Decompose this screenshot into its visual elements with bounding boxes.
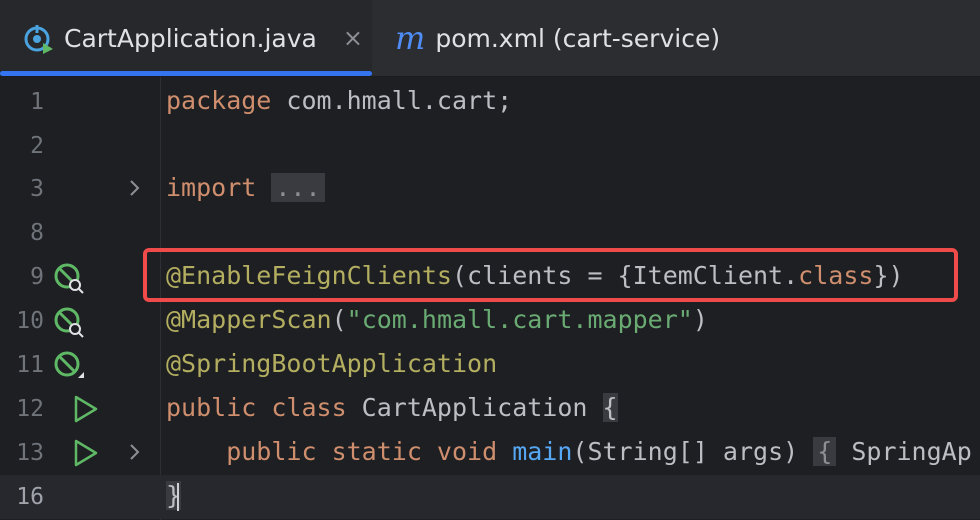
- code-text: public class CartApplication {: [166, 393, 618, 422]
- run-icon[interactable]: [70, 436, 104, 470]
- code-text: @SpringBootApplication: [166, 349, 498, 378]
- line-number: 13: [16, 440, 44, 466]
- run-icon[interactable]: [70, 392, 104, 426]
- line-number: 1: [30, 89, 44, 115]
- code-line[interactable]: 10 @MapperScan("com.hmall.cart.mapper"): [0, 299, 980, 343]
- code-line[interactable]: 1 package com.hmall.cart;: [0, 80, 980, 124]
- tab-title: pom.xml (cart-service): [435, 23, 721, 53]
- tab-title: CartApplication.java: [64, 23, 317, 53]
- line-number: 10: [16, 308, 44, 334]
- code-text: }: [166, 481, 182, 511]
- annotation-highlight-box: [143, 248, 958, 302]
- spring-run-icon: [24, 25, 53, 54]
- tab-cartapplication-java[interactable]: CartApplication.java ×: [0, 0, 372, 76]
- code-line[interactable]: 3 import ...: [0, 167, 980, 211]
- spring-bean-search-icon[interactable]: [52, 304, 86, 338]
- line-number: 3: [30, 176, 44, 202]
- line-number: 2: [30, 133, 44, 159]
- code-line[interactable]: 2: [0, 124, 980, 168]
- maven-m-icon: m: [395, 19, 426, 57]
- code-line[interactable]: 13 public static void main(String[] args…: [0, 431, 980, 475]
- code-line[interactable]: 11 @SpringBootApplication: [0, 343, 980, 387]
- line-number: 12: [16, 396, 44, 422]
- spring-bean-icon[interactable]: [52, 348, 86, 382]
- code-line[interactable]: 12 public class CartApplication {: [0, 387, 980, 431]
- chevron-right-icon[interactable]: [126, 175, 144, 201]
- code-text: import ...: [166, 173, 325, 202]
- line-number: 16: [16, 484, 44, 510]
- code-text: package com.hmall.cart;: [166, 86, 513, 115]
- spring-bean-search-icon[interactable]: [52, 260, 86, 294]
- line-number: 8: [30, 220, 44, 246]
- tab-pom-xml[interactable]: m pom.xml (cart-service): [395, 0, 720, 76]
- line-number: 11: [16, 352, 44, 378]
- folded-imports[interactable]: ...: [271, 173, 325, 202]
- text-caret: [177, 483, 180, 511]
- code-text: public static void main(String[] args) {…: [166, 437, 972, 466]
- line-number: 9: [30, 264, 44, 290]
- close-icon[interactable]: ×: [343, 24, 363, 52]
- editor-tab-bar: CartApplication.java × m pom.xml (cart-s…: [0, 0, 980, 77]
- code-text: @MapperScan("com.hmall.cart.mapper"): [166, 305, 708, 334]
- active-tab-indicator: [0, 71, 372, 76]
- code-line-current[interactable]: 16 }: [0, 475, 980, 519]
- chevron-right-icon[interactable]: [126, 439, 144, 465]
